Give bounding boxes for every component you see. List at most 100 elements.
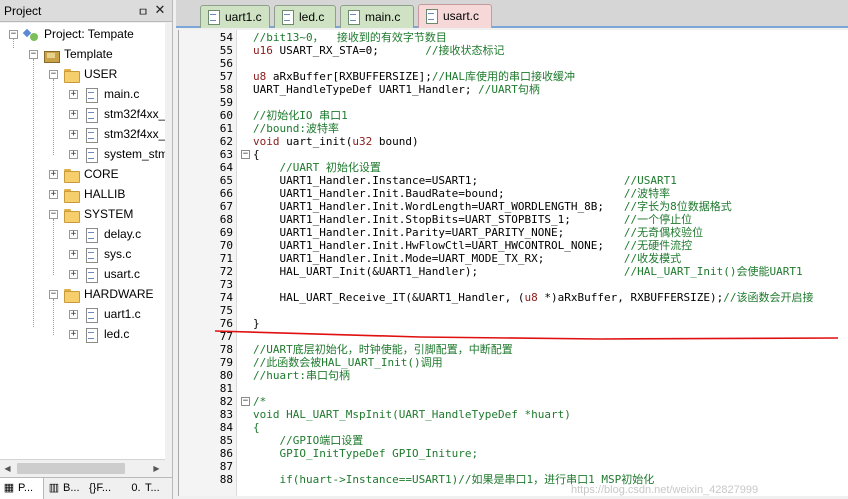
tree-group-system[interactable]: − SYSTEM: [0, 205, 165, 225]
c-file-icon: [83, 308, 99, 323]
code-line[interactable]: 87: [179, 460, 848, 473]
code-line[interactable]: 59: [179, 96, 848, 109]
code-line[interactable]: 86 GPIO_InitTypeDef GPIO_Initure;: [179, 447, 848, 460]
pin-icon[interactable]: ㅁ: [136, 3, 150, 20]
tree-group-user[interactable]: − USER: [0, 65, 165, 85]
tab-functions[interactable]: {}F...: [86, 478, 126, 499]
fold-collapse-icon[interactable]: −: [241, 150, 250, 159]
tab-usart-c-active[interactable]: usart.c: [418, 4, 492, 28]
expand-icon[interactable]: +: [69, 130, 78, 139]
code-text: //GPIO端口设置: [253, 434, 364, 447]
code-line[interactable]: 83 void HAL_UART_MspInit(UART_HandleTypeD…: [179, 408, 848, 421]
code-line[interactable]: 55 u16 USART_RX_STA=0; //接收状态标记: [179, 44, 848, 57]
collapse-icon[interactable]: −: [49, 290, 58, 299]
expand-icon[interactable]: +: [69, 110, 78, 119]
collapse-icon[interactable]: −: [49, 210, 58, 219]
code-line[interactable]: 74 HAL_UART_Receive_IT(&UART1_Handler, (…: [179, 291, 848, 304]
code-line[interactable]: 72 HAL_UART_Init(&UART1_Handler); //HAL_…: [179, 265, 848, 278]
tab-project-window[interactable]: ▦ P...: [0, 478, 44, 499]
code-line[interactable]: 70 UART1_Handler.Init.HwFlowCtl=UART_HWC…: [179, 239, 848, 252]
code-line[interactable]: 66 UART1_Handler.Init.BaudRate=bound; //…: [179, 187, 848, 200]
c-file-icon: [207, 10, 220, 25]
expand-icon[interactable]: +: [69, 90, 78, 99]
code-line[interactable]: 56: [179, 57, 848, 70]
code-line[interactable]: 68 UART1_Handler.Init.StopBits=UART_STOP…: [179, 213, 848, 226]
expand-icon[interactable]: +: [69, 250, 78, 259]
code-line[interactable]: 73: [179, 278, 848, 291]
code-line[interactable]: 79 //此函数会被HAL_UART_Init()调用: [179, 356, 848, 369]
code-line[interactable]: 67 UART1_Handler.Init.WordLength=UART_WO…: [179, 200, 848, 213]
code-line[interactable]: 69 UART1_Handler.Init.Parity=UART_PARITY…: [179, 226, 848, 239]
code-line[interactable]: 82−/*: [179, 395, 848, 408]
tab-templates[interactable]: 0. T...: [127, 478, 172, 499]
fold-collapse-icon[interactable]: −: [241, 397, 250, 406]
collapse-icon[interactable]: −: [9, 30, 18, 39]
tree-group-hallib[interactable]: + HALLIB: [0, 185, 165, 205]
expand-icon[interactable]: +: [49, 190, 58, 199]
tree-file-uart1-c[interactable]: + uart1.c: [0, 305, 165, 325]
tree-file-stm32f4xx-h[interactable]: + stm32f4xx_h: [0, 105, 165, 125]
expand-icon[interactable]: +: [69, 310, 78, 319]
code-line[interactable]: 85 //GPIO端口设置: [179, 434, 848, 447]
collapse-icon[interactable]: −: [29, 50, 38, 59]
line-number: 88: [219, 473, 233, 486]
tree-file-system-stm[interactable]: + system_stm: [0, 145, 165, 165]
expand-icon[interactable]: +: [49, 170, 58, 179]
tab-uart1-c[interactable]: uart1.c: [200, 5, 270, 28]
books-tab-icon: ▥: [48, 482, 60, 494]
line-number: 65: [219, 174, 233, 187]
code-line[interactable]: 57 u8 aRxBuffer[RXBUFFERSIZE];//HAL库使用的串口…: [179, 70, 848, 83]
tree-node-project-root[interactable]: − Project: Tempate: [0, 25, 165, 45]
code-text: //此函数会被HAL_UART_Init()调用: [253, 356, 443, 369]
project-tree[interactable]: − Project: Tempate − Template − USER + m…: [0, 23, 165, 459]
code-line[interactable]: 76}: [179, 317, 848, 330]
code-line[interactable]: 64 //UART 初始化设置: [179, 161, 848, 174]
tree-node-label: usart.c: [104, 267, 141, 281]
code-line[interactable]: 62 void uart_init(u32 bound): [179, 135, 848, 148]
code-line[interactable]: 63−{: [179, 148, 848, 161]
tree-group-core[interactable]: + CORE: [0, 165, 165, 185]
tab-main-c[interactable]: main.c: [340, 5, 414, 28]
tree-file-stm32f4xx-i[interactable]: + stm32f4xx_i: [0, 125, 165, 145]
code-line[interactable]: 77: [179, 330, 848, 343]
code-line[interactable]: 61 //bound:波特率: [179, 122, 848, 135]
code-text: u16 USART_RX_STA=0; //接收状态标记: [253, 44, 505, 57]
code-editor: uart1.c led.c main.c usart.c 54 //bit13~0…: [176, 0, 848, 499]
code-line[interactable]: 58 UART_HandleTypeDef UART1_Handler; //UA…: [179, 83, 848, 96]
project-panel-title: Project: [4, 4, 42, 18]
tab-books[interactable]: ▥ B...: [45, 478, 85, 499]
tab-led-c[interactable]: led.c: [274, 5, 336, 28]
tree-node-target[interactable]: − Template: [0, 45, 165, 65]
code-line[interactable]: 60 //初始化IO 串口1: [179, 109, 848, 122]
line-number: 67: [219, 200, 233, 213]
scrollbar-thumb[interactable]: [17, 463, 125, 474]
code-line[interactable]: 71 UART1_Handler.Init.Mode=UART_MODE_TX_…: [179, 252, 848, 265]
tree-group-hardware[interactable]: − HARDWARE: [0, 285, 165, 305]
expand-icon[interactable]: +: [69, 330, 78, 339]
tree-file-usart-c[interactable]: + usart.c: [0, 265, 165, 285]
code-line[interactable]: 75: [179, 304, 848, 317]
scroll-right-arrow-icon[interactable]: ▶: [150, 462, 163, 475]
tree-node-label: Template: [64, 47, 113, 61]
code-line[interactable]: 54 //bit13~0， 接收到的有效字节数目: [179, 31, 848, 44]
expand-icon[interactable]: +: [69, 150, 78, 159]
code-line[interactable]: 78 //UART底层初始化，时钟使能，引脚配置，中断配置: [179, 343, 848, 356]
scroll-left-arrow-icon[interactable]: ◀: [1, 462, 14, 475]
collapse-icon[interactable]: −: [49, 70, 58, 79]
code-line[interactable]: 81: [179, 382, 848, 395]
tree-file-main-c[interactable]: + main.c: [0, 85, 165, 105]
code-text: {: [253, 148, 260, 161]
code-text-area[interactable]: 54 //bit13~0， 接收到的有效字节数目 55 u16 USART_RX_ST…: [178, 30, 848, 496]
tree-file-delay-c[interactable]: + delay.c: [0, 225, 165, 245]
c-file-icon: [83, 268, 99, 283]
code-line[interactable]: 80 //huart:串口句柄: [179, 369, 848, 382]
code-line[interactable]: 65 UART1_Handler.Instance=USART1; //USAR…: [179, 174, 848, 187]
expand-icon[interactable]: +: [69, 270, 78, 279]
tree-file-led-c[interactable]: + led.c: [0, 325, 165, 345]
tree-horizontal-scrollbar[interactable]: ◀ ▶: [0, 459, 165, 476]
expand-icon[interactable]: +: [69, 230, 78, 239]
close-icon[interactable]: ✕: [153, 2, 167, 18]
c-file-icon: [281, 10, 294, 25]
tree-file-sys-c[interactable]: + sys.c: [0, 245, 165, 265]
code-line[interactable]: 84 {: [179, 421, 848, 434]
